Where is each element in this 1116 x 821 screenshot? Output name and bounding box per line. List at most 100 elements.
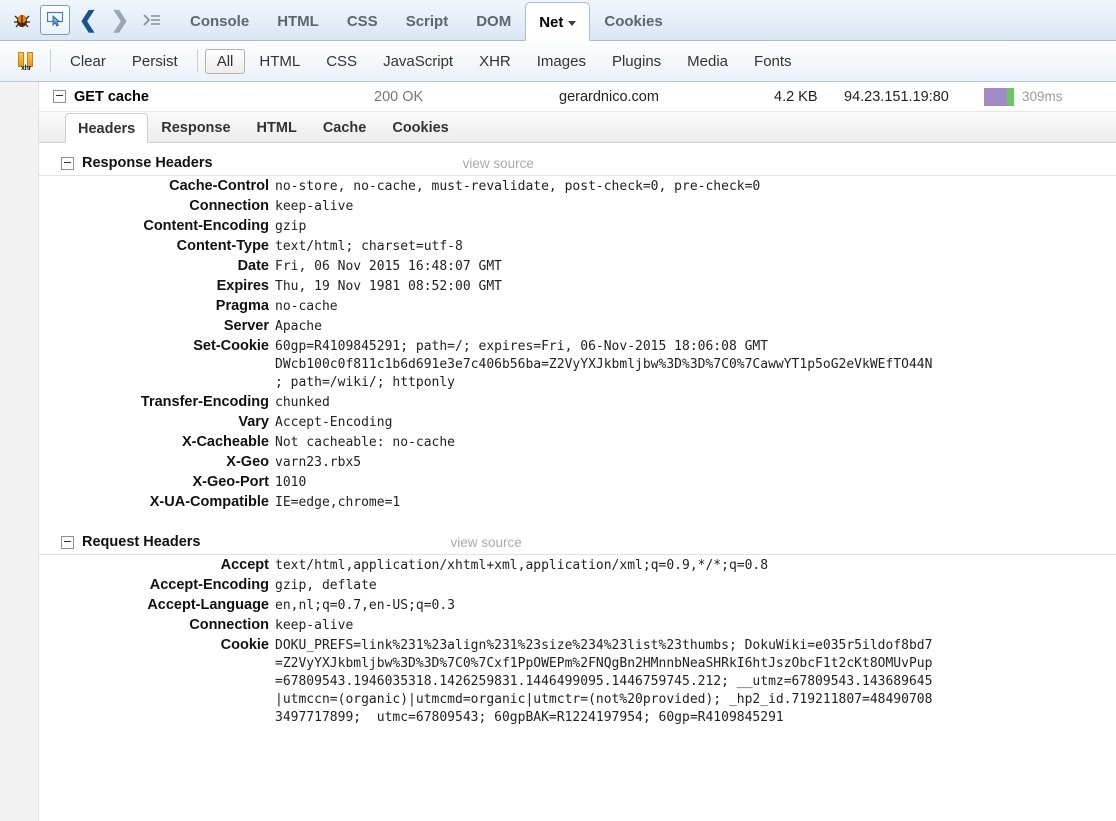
- xhr-icon-label: xhr: [16, 65, 36, 72]
- filter-plugins[interactable]: Plugins: [600, 49, 673, 74]
- panel-menu-icon[interactable]: [138, 6, 166, 34]
- panel-tab-css-label: CSS: [347, 13, 378, 30]
- panel-tab-css[interactable]: CSS: [333, 1, 392, 40]
- header-row: Set-Cookie60gp=R4109845291; path=/; expi…: [39, 336, 1116, 392]
- request-headers-view-source-link[interactable]: view source: [450, 535, 521, 550]
- firebug-bug-glyph: [12, 11, 32, 29]
- tab-headers[interactable]: Headers: [65, 113, 148, 143]
- request-headers-group-header[interactable]: Request Headers view source: [39, 530, 1116, 555]
- header-row: X-Geovarn23.rbx5: [39, 452, 1116, 472]
- panel-menu-glyph: [142, 12, 162, 28]
- header-value: keep-alive: [275, 615, 1116, 635]
- inspect-element-icon[interactable]: [40, 5, 70, 35]
- header-row: Cache-Controlno-store, no-cache, must-re…: [39, 176, 1116, 196]
- header-row: Connectionkeep-alive: [39, 196, 1116, 216]
- xhr-icon[interactable]: xhr: [8, 51, 44, 71]
- filter-css[interactable]: CSS: [314, 49, 369, 74]
- clear-button[interactable]: Clear: [58, 49, 118, 74]
- persist-button[interactable]: Persist: [120, 49, 190, 74]
- back-arrow-icon[interactable]: ❮: [74, 6, 102, 34]
- header-value: Thu, 19 Nov 1981 08:52:00 GMT: [275, 276, 1116, 296]
- request-headers-rows: Accepttext/html,application/xhtml+xml,ap…: [39, 555, 1116, 727]
- tab-cache[interactable]: Cache: [310, 112, 380, 142]
- header-row: Content-Typetext/html; charset=utf-8: [39, 236, 1116, 256]
- header-name: Pragma: [39, 296, 275, 316]
- header-value: gzip: [275, 216, 1116, 236]
- timing-segment-receiving: [1007, 88, 1014, 106]
- firebug-logo-icon[interactable]: [8, 6, 36, 34]
- collapse-request-icon[interactable]: [53, 90, 66, 103]
- toolbar-divider-1: [50, 50, 51, 72]
- filter-images[interactable]: Images: [525, 49, 598, 74]
- response-headers-title: Response Headers: [82, 155, 213, 171]
- request-name: GET cache: [74, 89, 374, 105]
- panel-tab-script-label: Script: [406, 13, 449, 30]
- response-headers-table: Cache-Controlno-store, no-cache, must-re…: [39, 176, 1116, 512]
- panel-tab-console[interactable]: Console: [176, 1, 263, 40]
- net-panel-body: GET cache 200 OK gerardnico.com 4.2 KB 9…: [0, 82, 1116, 821]
- header-name: Connection: [39, 196, 275, 216]
- header-row: Connectionkeep-alive: [39, 615, 1116, 635]
- header-value: Fri, 06 Nov 2015 16:48:07 GMT: [275, 256, 1116, 276]
- header-name: Content-Type: [39, 236, 275, 256]
- request-time: 309ms: [1022, 89, 1063, 104]
- request-status: 200 OK: [374, 89, 559, 105]
- table-row[interactable]: GET cache 200 OK gerardnico.com 4.2 KB 9…: [38, 82, 1116, 112]
- timing-segment-waiting: [984, 88, 1007, 106]
- filter-all[interactable]: All: [205, 49, 246, 74]
- response-headers-rows: Cache-Controlno-store, no-cache, must-re…: [39, 176, 1116, 512]
- headers-content: Response Headers view source Cache-Contr…: [39, 143, 1116, 727]
- panel-tab-net[interactable]: Net: [525, 2, 590, 41]
- panel-tab-script[interactable]: Script: [392, 1, 463, 40]
- header-row: X-Geo-Port1010: [39, 472, 1116, 492]
- request-remote-ip: 94.23.151.19:80: [844, 89, 984, 105]
- header-name: X-UA-Compatible: [39, 492, 275, 512]
- back-chevron-glyph: ❮: [79, 9, 97, 31]
- xhr-bars-glyph: xhr: [16, 51, 36, 71]
- tab-response[interactable]: Response: [148, 112, 243, 142]
- response-headers-view-source-link[interactable]: view source: [463, 156, 534, 171]
- panel-tab-html-label: HTML: [277, 13, 319, 30]
- panel-tab-console-label: Console: [190, 13, 249, 30]
- header-row: VaryAccept-Encoding: [39, 412, 1116, 432]
- panel-tab-cookies[interactable]: Cookies: [590, 1, 676, 40]
- filter-javascript[interactable]: JavaScript: [371, 49, 465, 74]
- request-domain: gerardnico.com: [559, 89, 774, 105]
- header-name: Content-Encoding: [39, 216, 275, 236]
- forward-arrow-icon[interactable]: ❯: [106, 6, 134, 34]
- header-name: Expires: [39, 276, 275, 296]
- firebug-toolbar: ❮ ❯ Console HTML CSS Script DOM Net Cook…: [0, 0, 1116, 41]
- net-gutter: [0, 82, 39, 821]
- request-detail-area: Headers Response HTML Cache Cookies Resp…: [38, 112, 1116, 727]
- toolbar-divider-2: [197, 50, 198, 72]
- header-name: Date: [39, 256, 275, 276]
- collapse-response-headers-icon[interactable]: [61, 157, 74, 170]
- header-value: Not cacheable: no-cache: [275, 432, 1116, 452]
- filter-media[interactable]: Media: [675, 49, 740, 74]
- header-name: X-Cacheable: [39, 432, 275, 452]
- panel-tab-net-label: Net: [539, 14, 563, 31]
- header-name: Transfer-Encoding: [39, 392, 275, 412]
- detail-tabs: Headers Response HTML Cache Cookies: [39, 112, 1116, 143]
- header-value: text/html; charset=utf-8: [275, 236, 1116, 256]
- filter-html[interactable]: HTML: [247, 49, 312, 74]
- panel-tab-dom[interactable]: DOM: [462, 1, 525, 40]
- header-name: X-Geo: [39, 452, 275, 472]
- filter-fonts[interactable]: Fonts: [742, 49, 804, 74]
- header-name: X-Geo-Port: [39, 472, 275, 492]
- header-row: Transfer-Encodingchunked: [39, 392, 1116, 412]
- filter-xhr[interactable]: XHR: [467, 49, 523, 74]
- tab-html[interactable]: HTML: [244, 112, 310, 142]
- tab-cookies[interactable]: Cookies: [379, 112, 461, 142]
- header-value: keep-alive: [275, 196, 1116, 216]
- chevron-down-icon[interactable]: [568, 21, 576, 26]
- header-value: no-store, no-cache, must-revalidate, pos…: [275, 176, 1116, 196]
- header-name: Cache-Control: [39, 176, 275, 196]
- collapse-request-headers-icon[interactable]: [61, 536, 74, 549]
- response-headers-group-header[interactable]: Response Headers view source: [39, 151, 1116, 176]
- panel-tab-html[interactable]: HTML: [263, 1, 333, 40]
- header-value: Apache: [275, 316, 1116, 336]
- header-value: DOKU_PREFS=link%231%23align%231%23size%2…: [275, 635, 1116, 727]
- header-value: gzip, deflate: [275, 575, 1116, 595]
- header-name: Cookie: [39, 635, 275, 727]
